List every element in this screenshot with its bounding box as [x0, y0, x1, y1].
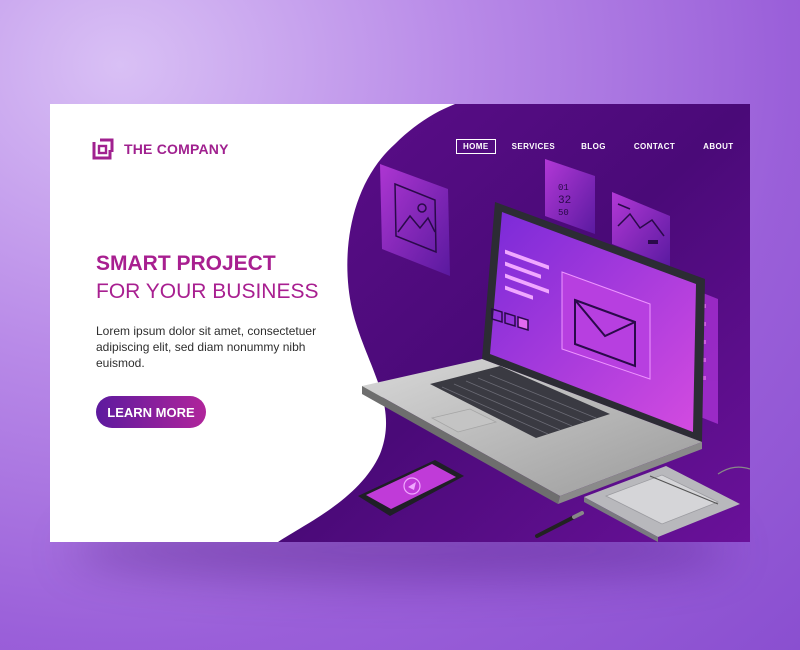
learn-more-button[interactable]: LEARN MORE	[96, 396, 206, 428]
calendar-line-1: 01	[558, 183, 569, 193]
image-icon	[380, 164, 450, 276]
nav-item-contact[interactable]: CONTACT	[628, 139, 681, 154]
hero-description: Lorem ipsum dolor sit amet, consectetuer…	[96, 324, 317, 370]
nav-item-services[interactable]: SERVICES	[506, 139, 562, 154]
hero-title-line1: SMART PROJECT	[96, 252, 276, 275]
main-nav: HOME SERVICES BLOG CONTACT ABOUT	[456, 139, 750, 154]
hero-title-line2: FOR YOUR BUSINESS	[96, 280, 319, 303]
tablet	[358, 460, 464, 516]
calendar-line-3: 50	[558, 208, 569, 218]
stylus	[535, 511, 584, 538]
nav-item-about[interactable]: ABOUT	[697, 139, 739, 154]
brand-logo[interactable]: THE COMPANY	[92, 138, 229, 160]
nav-item-home[interactable]: HOME	[456, 139, 496, 154]
calendar-icon: 01 32 50	[545, 159, 595, 234]
landing-page-card: 01 32 50 THE COMPANY HOME SERVICES BLOG …	[50, 104, 750, 542]
company-logo-icon	[92, 138, 114, 160]
calendar-line-2: 32	[558, 195, 571, 207]
brand-name: THE COMPANY	[124, 141, 229, 157]
nav-item-blog[interactable]: BLOG	[575, 139, 612, 154]
